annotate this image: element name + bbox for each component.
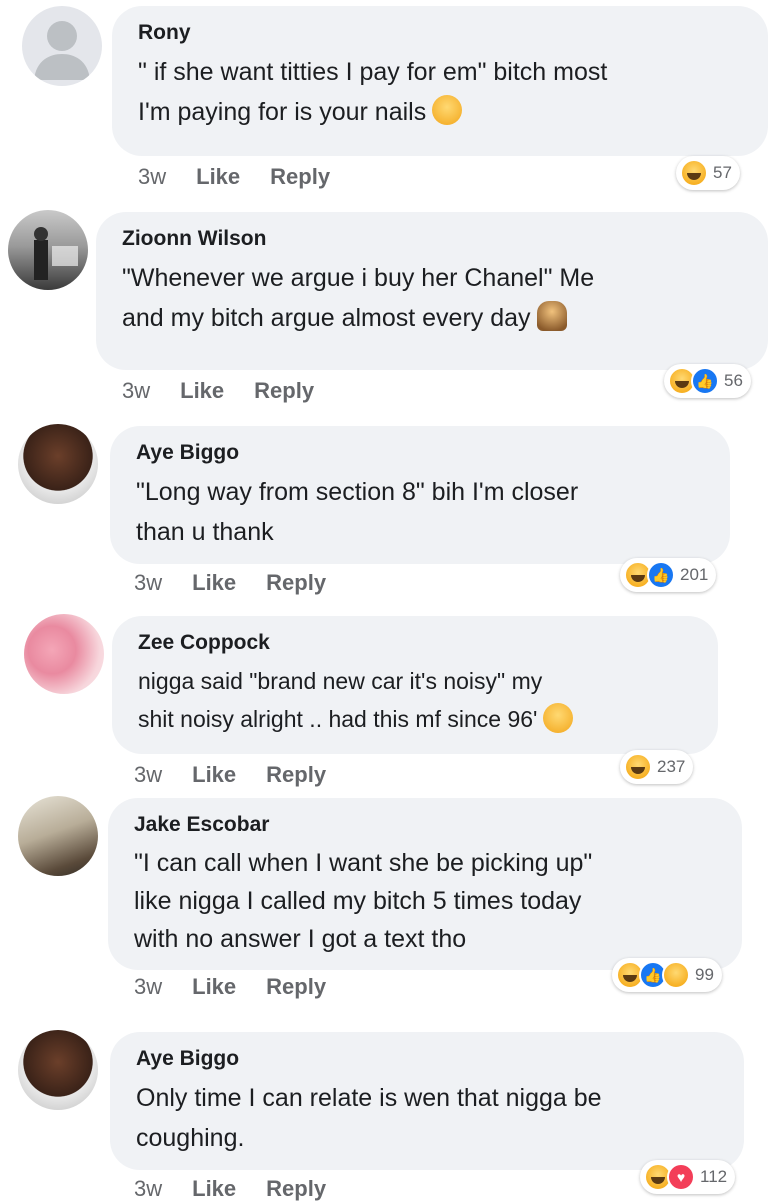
comment-text: "I can call when I want she be picking u… [134,844,716,958]
comment-text: " if she want titties I pay for em" bitc… [138,52,742,132]
comment-author[interactable]: Rony [138,20,742,46]
comment-actions: 3w Like Reply [134,762,326,788]
reaction-count: 57 [713,163,732,182]
avatar[interactable] [8,210,88,290]
comment-actions: 3w Like Reply [138,164,330,190]
comment-author[interactable]: Aye Biggo [136,440,704,466]
comment-bubble: Jake Escobar "I can call when I want she… [108,798,742,970]
comment-actions: 3w Like Reply [134,1176,326,1202]
avatar[interactable] [18,424,98,504]
reaction-summary[interactable]: 👍 201 [620,558,717,592]
reply-button[interactable]: Reply [266,570,326,596]
comment-text: "Whenever we argue i buy her Chanel" Me … [122,258,742,338]
comment-line: Only time I can relate is wen that nigga… [136,1084,602,1112]
comment-time[interactable]: 3w [134,1176,162,1202]
like-button[interactable]: Like [180,378,224,404]
weary-face-emoji-icon [432,95,463,126]
like-button[interactable]: Like [192,570,236,596]
reaction-count: 237 [657,757,686,776]
like-button[interactable]: Like [192,974,236,1000]
comment-text: "Long way from section 8" bih I'm closer… [136,472,704,552]
comment-actions: 3w Like Reply [122,378,314,404]
comment-line: shit noisy alright .. had this mf since … [138,706,538,732]
reply-button[interactable]: Reply [266,762,326,788]
comment-line: than u thank [136,518,274,546]
comment-bubble: Aye Biggo "Long way from section 8" bih … [110,426,730,564]
like-button[interactable]: Like [192,1176,236,1202]
reply-button[interactable]: Reply [266,1176,326,1202]
like-button[interactable]: Like [192,762,236,788]
comment-line: "I can call when I want she be picking u… [134,849,593,877]
comment-actions: 3w Like Reply [134,570,326,596]
comment-text: Only time I can relate is wen that nigga… [136,1078,718,1158]
reaction-summary[interactable]: 237 [620,750,694,784]
avatar-default[interactable] [22,6,102,86]
person-photo-icon [34,227,78,280]
crying-laughing-emoji-icon [543,702,574,733]
default-avatar-icon [34,21,90,80]
wow-reaction-icon [662,961,690,989]
comment-author[interactable]: Zee Coppock [138,630,692,656]
comment-line: I'm paying for is your nails [138,98,427,126]
haha-reaction-icon [624,753,652,781]
comment-line: with no answer I got a text tho [134,925,467,953]
avatar[interactable] [18,796,98,876]
comment-bubble: Zee Coppock nigga said "brand new car it… [112,616,718,754]
reaction-count: 56 [724,371,743,390]
reaction-summary[interactable]: ♥ 112 [640,1160,736,1194]
reaction-count: 112 [700,1167,728,1186]
comment-author[interactable]: Zioonn Wilson [122,226,742,252]
reaction-count: 99 [695,965,714,984]
comment-time[interactable]: 3w [122,378,150,404]
comment-line: coughing. [136,1124,245,1152]
comment-time[interactable]: 3w [134,974,162,1000]
comment-line: nigga said "brand new car it's noisy" my [138,668,543,694]
reaction-summary[interactable]: 57 [676,156,740,190]
avatar[interactable] [24,614,104,694]
comment-text: nigga said "brand new car it's noisy" my… [138,662,692,738]
comment-bubble: Aye Biggo Only time I can relate is wen … [110,1032,744,1170]
reply-button[interactable]: Reply [270,164,330,190]
comment-line: "Whenever we argue i buy her Chanel" Me [122,264,595,292]
like-button[interactable]: Like [196,164,240,190]
reaction-summary[interactable]: 👍 99 [612,958,722,992]
haha-reaction-icon [680,159,708,187]
comment-line: and my bitch argue almost every day [122,304,531,332]
like-reaction-icon: 👍 [647,561,675,589]
comment-time[interactable]: 3w [134,762,162,788]
reply-button[interactable]: Reply [266,974,326,1000]
comment-line: like nigga I called my bitch 5 times tod… [134,887,582,915]
comment-author[interactable]: Aye Biggo [136,1046,718,1072]
comment-line: " if she want titties I pay for em" bitc… [138,58,608,86]
comment-bubble: Zioonn Wilson "Whenever we argue i buy h… [96,212,768,370]
comment-time[interactable]: 3w [138,164,166,190]
comment-author[interactable]: Jake Escobar [134,812,716,838]
love-reaction-icon: ♥ [667,1163,695,1191]
comment-bubble: Rony " if she want titties I pay for em"… [112,6,768,156]
comment-actions: 3w Like Reply [134,974,326,1000]
comment-time[interactable]: 3w [134,570,162,596]
facepalm-woman-emoji-icon [536,301,567,332]
reaction-summary[interactable]: 👍 56 [664,364,751,398]
comment-line: "Long way from section 8" bih I'm closer [136,478,579,506]
like-reaction-icon: 👍 [691,367,719,395]
reply-button[interactable]: Reply [254,378,314,404]
reaction-count: 201 [680,565,709,584]
avatar[interactable] [18,1030,98,1110]
